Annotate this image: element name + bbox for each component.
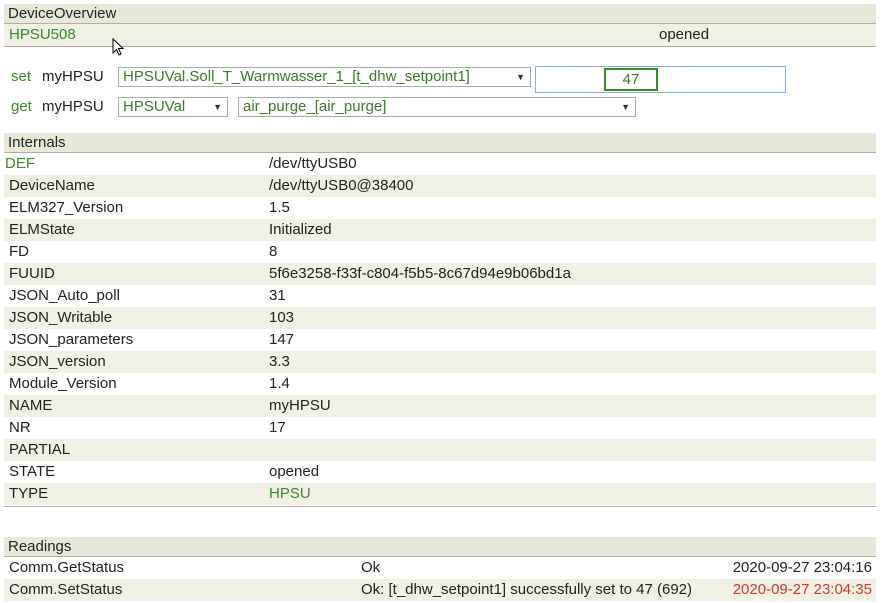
set-value-input[interactable]: 47	[604, 68, 658, 91]
internals-value: 147	[269, 331, 295, 348]
internals-row: Module_Version 1.4	[4, 373, 876, 395]
internals-value: 8	[269, 243, 278, 260]
readings-header: Readings	[4, 537, 876, 557]
get-reading-select-value: air_purge_[air_purge]	[243, 98, 387, 115]
internals-key: Module_Version	[9, 375, 117, 392]
internals-key: JSON_version	[9, 353, 106, 370]
internals-value: 31	[269, 287, 286, 304]
internals-key: ELMState	[9, 221, 75, 238]
reading-name-link[interactable]: Comm.GetStatus	[9, 557, 124, 579]
get-reading-select[interactable]: air_purge_[air_purge] ▼	[238, 97, 636, 117]
internals-value: 5f6e3258-f33f-c804-f5b5-8c67d94e9b06bd1a	[269, 265, 571, 282]
internals-row: JSON_Writable 103	[4, 307, 876, 329]
internals-value: 3.3	[269, 353, 290, 370]
internals-row: NR 17	[4, 417, 876, 439]
internals-row: NAME myHPSU	[4, 395, 876, 417]
internals-row: JSON_parameters 147	[4, 329, 876, 351]
internals-row: ELMState Initialized	[4, 219, 876, 241]
reading-name-link[interactable]: Comm.SetStatus	[9, 579, 122, 601]
chevron-down-icon: ▼	[621, 102, 630, 112]
internals-key: PARTIAL	[9, 441, 71, 458]
internals-value: 1.4	[269, 375, 290, 392]
internals-key: FD	[9, 243, 29, 260]
device-state: opened	[659, 26, 710, 43]
internals-row: PARTIAL	[4, 439, 876, 461]
chevron-down-icon: ▼	[516, 72, 525, 82]
internals-row: JSON_Auto_poll 31	[4, 285, 876, 307]
internals-value: Initialized	[269, 221, 332, 238]
internals-row: JSON_version 3.3	[4, 351, 876, 373]
internals-key: NAME	[9, 397, 53, 414]
internals-key: FUUID	[9, 265, 55, 282]
internals-key: DeviceName	[9, 177, 95, 194]
reading-timestamp: 2020-09-27 23:04:16	[732, 559, 872, 576]
internals-key: JSON_parameters	[9, 331, 134, 348]
set-value-container: 47	[535, 66, 786, 93]
internals-row: STATE opened	[4, 461, 876, 483]
internals-value: /dev/ttyUSB0	[269, 155, 357, 172]
reading-row: Comm.SetStatus Ok: [t_dhw_setpoint1] suc…	[4, 579, 876, 601]
reading-value: Ok: [t_dhw_setpoint1] successfully set t…	[361, 581, 693, 598]
get-command-link[interactable]: get	[11, 97, 32, 117]
internals-key: STATE	[9, 463, 56, 480]
get-type-select-value: HPSUVal	[123, 98, 186, 115]
internals-row: DEF/dev/ttyUSB0	[4, 153, 876, 175]
reading-timestamp: 2020-09-27 23:04:35	[732, 581, 872, 598]
internals-key[interactable]: DEF	[5, 153, 35, 175]
reading-row: Comm.GetStatus Ok 2020-09-27 23:04:16	[4, 557, 876, 579]
reading-value: Ok	[361, 559, 381, 576]
set-command-link[interactable]: set	[11, 67, 31, 87]
internals-row: DeviceName/dev/ttyUSB0@38400	[4, 175, 876, 197]
set-reading-select-value: HPSUVal.Soll_T_Warmwasser_1_[t_dhw_setpo…	[123, 68, 470, 85]
internals-row: FUUID 5f6e3258-f33f-c804-f5b5-8c67d94e9b0…	[4, 263, 876, 285]
mouse-cursor-icon	[112, 38, 125, 56]
get-device-name: myHPSU	[42, 98, 104, 115]
internals-row: FD 8	[4, 241, 876, 263]
internals-key: ELM327_Version	[9, 199, 124, 216]
internals-value: 103	[269, 309, 295, 326]
divider	[4, 46, 876, 47]
device-link[interactable]: HPSU508	[9, 24, 76, 46]
internals-value: /dev/ttyUSB0@38400	[269, 177, 414, 194]
divider	[4, 506, 876, 507]
internals-value: 1.5	[269, 199, 290, 216]
internals-header: Internals	[4, 133, 876, 153]
internals-key: JSON_Writable	[9, 309, 113, 326]
internals-row: TYPE HPSU	[4, 483, 876, 505]
internals-key: JSON_Auto_poll	[9, 287, 120, 304]
chevron-down-icon: ▼	[213, 102, 222, 112]
internals-value: opened	[269, 463, 320, 480]
internals-value[interactable]: HPSU	[269, 483, 311, 505]
device-overview-header: DeviceOverview	[4, 4, 876, 24]
internals-row: ELM327_Version 1.5	[4, 197, 876, 219]
internals-key: NR	[9, 419, 31, 436]
set-reading-select[interactable]: HPSUVal.Soll_T_Warmwasser_1_[t_dhw_setpo…	[118, 67, 531, 87]
get-type-select[interactable]: HPSUVal ▼	[118, 97, 228, 117]
device-overview-row: HPSU508 opened	[4, 24, 876, 46]
set-device-name: myHPSU	[42, 68, 104, 85]
internals-value: 17	[269, 419, 286, 436]
internals-key: TYPE	[9, 485, 49, 502]
internals-value: myHPSU	[269, 397, 331, 414]
